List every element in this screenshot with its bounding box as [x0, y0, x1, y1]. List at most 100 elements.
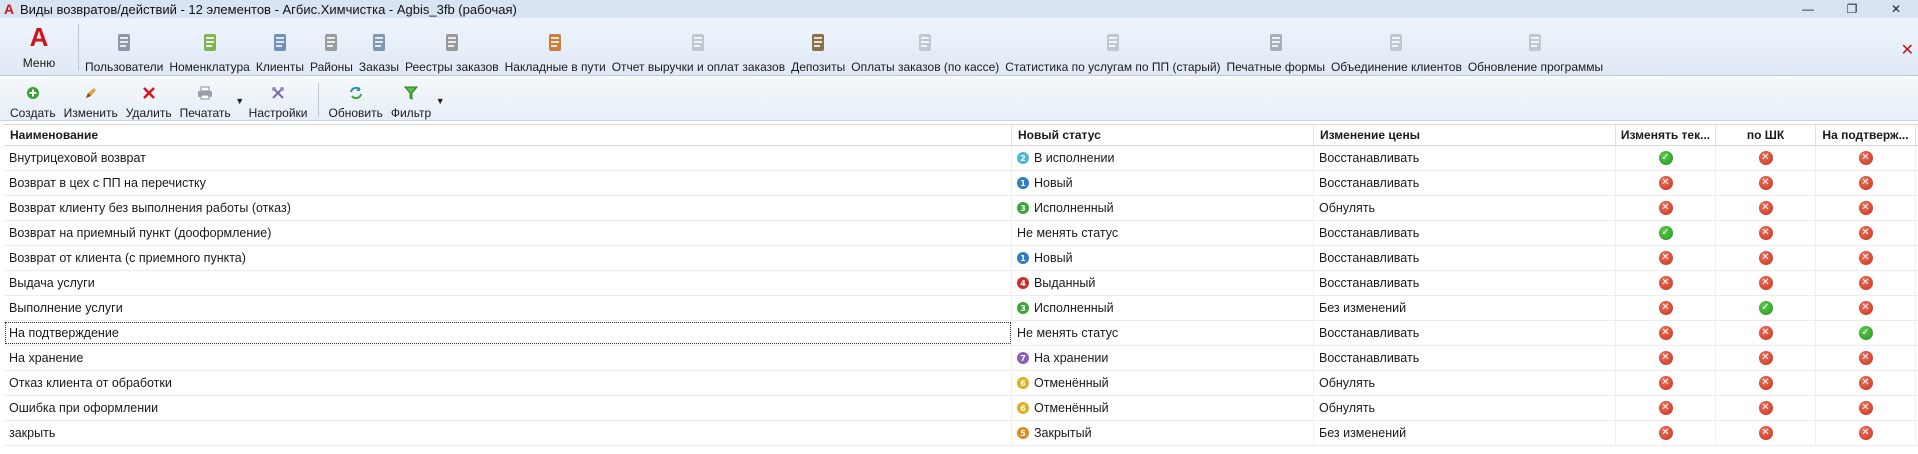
ribbon-item-users[interactable]: Пользователи: [82, 22, 166, 74]
cell-name: Отказ клиента от обработки: [4, 371, 1012, 395]
table-row[interactable]: Возврат клиенту без выполнения работы (о…: [4, 196, 1918, 221]
cross-icon: ✕: [1658, 201, 1673, 215]
report-icon: [686, 31, 710, 55]
filter-icon: [403, 85, 419, 101]
table-row[interactable]: Ошибка при оформлении 6 Отменённый Обнулять…: [4, 396, 1918, 421]
cell-price-change: Без изменений: [1314, 421, 1616, 445]
cell-price-change: Восстанавливать: [1314, 171, 1616, 195]
printer-icon: [1264, 31, 1288, 55]
cell-name: Возврат в цех с ПП на перечистку: [4, 171, 1012, 195]
cell-name: Выполнение услуги: [4, 296, 1012, 320]
settings-button[interactable]: Настройки: [245, 82, 312, 120]
cell-on-confirmation: ✕: [1816, 296, 1916, 320]
status-number-icon: 5: [1017, 427, 1029, 439]
column-header-on-confirmation[interactable]: На подтверж...: [1816, 125, 1916, 145]
ribbon-item-payments[interactable]: Оплаты заказов (по кассе): [848, 22, 1002, 74]
cross-icon: ✕: [1658, 251, 1673, 265]
ribbon-item-printer[interactable]: Печатные формы: [1224, 22, 1328, 74]
districts-icon: [319, 31, 343, 55]
cell-by-barcode: ✕: [1716, 396, 1816, 420]
cross-icon: ✕: [1758, 376, 1773, 390]
table-row[interactable]: Возврат на приемный пункт (дооформление)…: [4, 221, 1918, 246]
table-row[interactable]: закрыть 5 Закрытый Без изменений ✕ ✕ ✕: [4, 421, 1918, 446]
column-header-edit-current[interactable]: Изменять тек...: [1616, 125, 1716, 145]
menu-button[interactable]: A Меню: [10, 20, 68, 74]
delete-button[interactable]: Удалить: [122, 82, 176, 120]
cell-price-change: Восстанавливать: [1314, 271, 1616, 295]
cross-icon: ✕: [1858, 176, 1873, 190]
cell-by-barcode: ✕: [1716, 171, 1816, 195]
table-row[interactable]: Выполнение услуги 3 Исполненный Без изменен…: [4, 296, 1918, 321]
truck-icon: [543, 31, 567, 55]
menu-label: Меню: [22, 56, 56, 70]
table-row[interactable]: На хранение 7 На хранении Восстанавливать ✕ ✕…: [4, 346, 1918, 371]
table-row[interactable]: Возврат в цех с ПП на перечистку 1 Новый Во…: [4, 171, 1918, 196]
column-header-new-status[interactable]: Новый статус: [1012, 125, 1314, 145]
table-row[interactable]: Возврат от клиента (с приемного пункта) 1…: [4, 246, 1918, 271]
ribbon-item-report[interactable]: Отчет выручки и оплат заказов: [609, 22, 788, 74]
ribbon-item-truck[interactable]: Накладные в пути: [502, 22, 609, 74]
status-number-icon: 1: [1017, 252, 1029, 264]
cell-new-status: 7 На хранении: [1012, 346, 1314, 370]
ribbon-item-client[interactable]: Клиенты: [253, 22, 307, 74]
cross-icon: ✕: [1758, 351, 1773, 365]
create-button[interactable]: Создать: [6, 82, 60, 120]
cross-icon: ✕: [1758, 426, 1773, 440]
ribbon-items: Пользователи Номенклатура Клиенты Районы Зак…: [82, 22, 1606, 74]
print-dropdown-chevron-icon[interactable]: ▼: [235, 82, 245, 120]
cell-edit-current: ✕: [1616, 271, 1716, 295]
cell-new-status: 1 Новый: [1012, 246, 1314, 270]
status-number-icon: 3: [1017, 302, 1029, 314]
ribbon-item-registry[interactable]: Реестры заказов: [402, 22, 502, 74]
table-row[interactable]: Внутрицеховой возврат 2 В исполнении Восста…: [4, 146, 1918, 171]
close-window-button[interactable]: ✕: [1874, 0, 1918, 18]
statistics-icon: [1101, 31, 1125, 55]
cell-price-change: Обнулять: [1314, 196, 1616, 220]
maximize-button[interactable]: ❐: [1830, 0, 1874, 18]
cell-edit-current: ✓: [1616, 146, 1716, 170]
ribbon-item-basket[interactable]: Номенклатура: [166, 22, 253, 74]
cross-icon: ✕: [1858, 151, 1873, 165]
ribbon-item-deposit[interactable]: Депозиты: [788, 22, 848, 74]
ribbon-item-statistics[interactable]: Статистика по услугам по ПП (старый): [1002, 22, 1223, 74]
cell-new-status: 4 Выданный: [1012, 271, 1314, 295]
column-header-by-barcode[interactable]: по ШК: [1716, 125, 1816, 145]
filter-dropdown-chevron-icon[interactable]: ▼: [435, 82, 445, 120]
table-row[interactable]: На подтверждение Не менять статус Восстана…: [4, 321, 1918, 346]
cell-edit-current: ✕: [1616, 246, 1716, 270]
cross-icon: ✕: [1858, 276, 1873, 290]
status-number-icon: 7: [1017, 352, 1029, 364]
ribbon-item-orders[interactable]: Заказы: [356, 22, 402, 74]
cell-on-confirmation: ✕: [1816, 421, 1916, 445]
cell-by-barcode: ✕: [1716, 221, 1816, 245]
update-icon: [1523, 31, 1547, 55]
status-label: Закрытый: [1034, 426, 1092, 440]
edit-button[interactable]: Изменить: [60, 82, 122, 120]
minimize-button[interactable]: —: [1786, 0, 1830, 18]
print-button[interactable]: Печатать: [176, 82, 235, 120]
filter-button[interactable]: Фильтр: [387, 82, 435, 120]
table-row[interactable]: Выдача услуги 4 Выданный Восстанавливать ✕ ✕ ✕: [4, 271, 1918, 296]
column-header-price-change[interactable]: Изменение цены: [1314, 125, 1616, 145]
cell-on-confirmation: ✕: [1816, 146, 1916, 170]
client-icon: [268, 31, 292, 55]
ribbon-item-merge[interactable]: Объединение клиентов: [1328, 22, 1465, 74]
table-row[interactable]: Отказ клиента от обработки 6 Отменённый Обн…: [4, 371, 1918, 396]
cross-icon: ✕: [1658, 326, 1673, 340]
cell-name: Возврат от клиента (с приемного пункта): [4, 246, 1012, 270]
cell-edit-current: ✕: [1616, 196, 1716, 220]
cross-icon: ✕: [1858, 351, 1873, 365]
status-label: Новый: [1034, 251, 1073, 265]
status-number-icon: 1: [1017, 177, 1029, 189]
column-header-name[interactable]: Наименование: [4, 125, 1012, 145]
ribbon-item-districts[interactable]: Районы: [307, 22, 356, 74]
ribbon-item-update[interactable]: Обновление программы: [1465, 22, 1606, 74]
cell-new-status: 1 Новый: [1012, 171, 1314, 195]
refresh-button[interactable]: Обновить: [325, 82, 387, 120]
cross-icon: ✕: [1658, 176, 1673, 190]
close-tab-icon[interactable]: ✕: [1901, 40, 1914, 60]
cell-new-status: 3 Исполненный: [1012, 296, 1314, 320]
cell-new-status: Не менять статус: [1012, 221, 1314, 245]
window-titlebar: A Виды возвратов/действий - 12 элементов…: [0, 0, 1918, 18]
status-number-icon: 3: [1017, 202, 1029, 214]
